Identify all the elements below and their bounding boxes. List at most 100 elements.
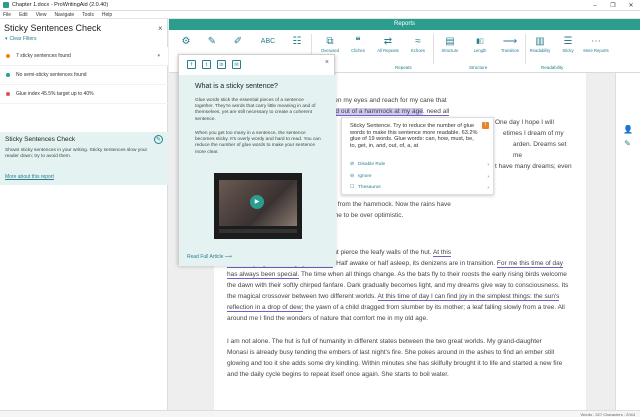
sticky-sentence-highlight[interactable]: At this time of day I can find joy in th… <box>377 293 560 301</box>
popup-heading: What is a sticky sentence? <box>195 83 278 90</box>
issue-item-sticky[interactable]: 7 sticky sentences found ▾ <box>0 47 168 66</box>
issue-label: No semi-sticky sentences found <box>16 72 87 78</box>
chevron-down-icon[interactable]: ▾ <box>157 53 160 59</box>
user-icon[interactable]: 👤 <box>623 125 633 134</box>
disable-rule-button[interactable]: ⊘ Disable Rule <box>350 162 385 167</box>
menu-edit[interactable]: Edit <box>19 12 28 18</box>
video-progress-bar[interactable] <box>219 229 297 233</box>
video-player[interactable]: ▶ <box>214 173 302 239</box>
menu-view[interactable]: View <box>36 12 47 18</box>
play-icon[interactable]: ▶ <box>250 195 264 209</box>
app-icon <box>3 2 9 8</box>
title-bar: Chapter 1.docx - ProWritingAid (2.0.40) … <box>0 0 640 11</box>
pen-icon: ✐ <box>233 36 243 47</box>
menu-navigate[interactable]: Navigate <box>54 12 74 18</box>
edit-icon[interactable]: ✎ <box>623 139 632 148</box>
ignore-icon: ⊖ <box>350 174 355 179</box>
repeat-icon: ⇄ <box>383 36 393 47</box>
spelling-icon: ABC <box>260 38 276 45</box>
length-icon: ▮▯ <box>476 38 484 45</box>
group-label-repeats: Repeats <box>395 65 412 70</box>
summary-button[interactable]: ✎ <box>199 35 225 48</box>
sticky-sentences-panel: Sticky Sentences Check × ▾ Clear Filters … <box>0 19 168 417</box>
menu-tools[interactable]: Tools <box>82 12 94 18</box>
popup-body: What is a sticky sentence? Glue words st… <box>179 75 336 266</box>
reports-header: Reports <box>169 19 640 30</box>
facebook-icon[interactable]: f <box>187 60 196 69</box>
issue-list: 7 sticky sentences found ▾ No semi-stick… <box>0 47 168 104</box>
transition-button[interactable]: ⟶ Transition <box>497 35 523 53</box>
more-reports-button[interactable]: ⋯ More Reports <box>583 35 609 53</box>
list-icon: ☷ <box>292 36 302 47</box>
issue-item-glue-index[interactable]: Glue index 45.5% target up to 40% <box>0 85 168 104</box>
close-window-button[interactable]: ✕ <box>622 0 640 11</box>
echoes-button[interactable]: ≈ Echoes <box>405 35 431 53</box>
minimize-button[interactable]: – <box>586 0 604 11</box>
readability-icon: ▥ <box>535 36 545 47</box>
group-label-structure: Structure <box>469 65 488 70</box>
maximize-button[interactable]: ❐ <box>604 0 622 11</box>
arrow-icon: ⟶ <box>502 36 518 47</box>
suggestion-tooltip: Sticky Sentence. Try to reduce the numbe… <box>341 117 494 195</box>
popup-close-button[interactable]: × <box>325 59 329 66</box>
info-description: Shows sticky sentences in your writing. … <box>5 148 148 159</box>
paragraph-4[interactable]: I am not alone. The hut is full of human… <box>227 336 577 380</box>
right-rail: 👤 ✎ <box>615 73 640 410</box>
toolbar-divider <box>525 34 526 64</box>
structure-button[interactable]: ▤ Structure <box>437 35 463 53</box>
ignore-button[interactable]: ⊖ Ignore <box>350 174 372 179</box>
word-count: Words : 327 Characters : 2044 <box>580 412 635 417</box>
wave-icon: ≈ <box>415 36 421 47</box>
linkedin-icon[interactable]: in <box>217 60 226 69</box>
popup-paragraph: Glue words stick the essential pieces of… <box>195 98 316 122</box>
chevron-right-icon: › <box>487 162 489 168</box>
sticky-info-popup: f t in ✉ × What is a sticky sentence? Gl… <box>178 54 336 266</box>
overused-button[interactable]: ⧉ Overused <box>317 35 343 53</box>
book-icon: ☐ <box>350 185 355 190</box>
edit-icon: ✎ <box>207 36 217 47</box>
more-icon: ⋯ <box>591 36 601 47</box>
overused-icon: ⧉ <box>326 36 334 47</box>
menu-help[interactable]: Help <box>102 12 112 18</box>
warning-icon: ! <box>482 122 489 129</box>
clear-filters-link[interactable]: ▾ Clear Filters <box>5 36 36 42</box>
info-title: Sticky Sentences Check <box>5 136 76 143</box>
email-icon[interactable]: ✉ <box>232 60 241 69</box>
pen-icon[interactable]: ✎ <box>154 135 163 144</box>
chevron-down-icon: ▾ <box>5 36 8 42</box>
sticky-sentence-highlight[interactable]: For me this time of day <box>496 260 564 268</box>
panel-close-button[interactable]: × <box>158 24 163 33</box>
chevron-right-icon: › <box>487 185 489 191</box>
panel-title: Sticky Sentences Check <box>4 23 102 33</box>
more-about-report-link[interactable]: More about this report <box>5 174 54 180</box>
twitter-icon[interactable]: t <box>202 60 211 69</box>
all-repeats-button[interactable]: ⇄ All Repeats <box>375 35 401 53</box>
status-dot-icon <box>6 73 10 77</box>
status-dot-icon <box>6 92 10 96</box>
block-icon: ⊘ <box>350 162 355 167</box>
group-label-readability: Readability <box>541 65 564 70</box>
readability-button[interactable]: ▥ Readability <box>527 35 553 53</box>
popup-paragraph: When you get too many in a sentence, the… <box>195 131 321 155</box>
toolbar-divider <box>433 34 434 64</box>
length-button[interactable]: ▮▯ Length <box>467 35 493 53</box>
style-button[interactable]: ✐ <box>225 35 251 48</box>
thesaurus-button[interactable]: ☷ <box>284 35 310 48</box>
sticky-icon: ☰ <box>563 36 573 47</box>
issue-label: Glue index 45.5% target up to 40% <box>16 91 94 97</box>
read-full-article-link[interactable]: Read Full Article ⟶ <box>187 254 232 260</box>
grammar-button[interactable]: ABC <box>255 35 281 48</box>
cliches-button[interactable]: ❝ Cliches <box>345 35 371 53</box>
thesaurus-button[interactable]: ☐ Thesaurus <box>350 185 381 190</box>
tooltip-text: Sticky Sentence. Try to reduce the numbe… <box>350 123 478 149</box>
issue-item-semi-sticky[interactable]: No semi-sticky sentences found <box>0 66 168 85</box>
status-bar: Words : 327 Characters : 2044 <box>0 410 640 417</box>
quote-icon: ❝ <box>355 36 361 47</box>
chevron-right-icon: › <box>487 174 489 180</box>
menu-file[interactable]: File <box>3 12 11 18</box>
structure-icon: ▤ <box>445 36 455 47</box>
issue-label: 7 sticky sentences found <box>16 53 71 59</box>
sticky-sentence-highlight[interactable]: At this <box>432 249 452 257</box>
sticky-button[interactable]: ☰ Sticky <box>555 35 581 53</box>
settings-button[interactable]: ⚙ <box>173 35 199 48</box>
